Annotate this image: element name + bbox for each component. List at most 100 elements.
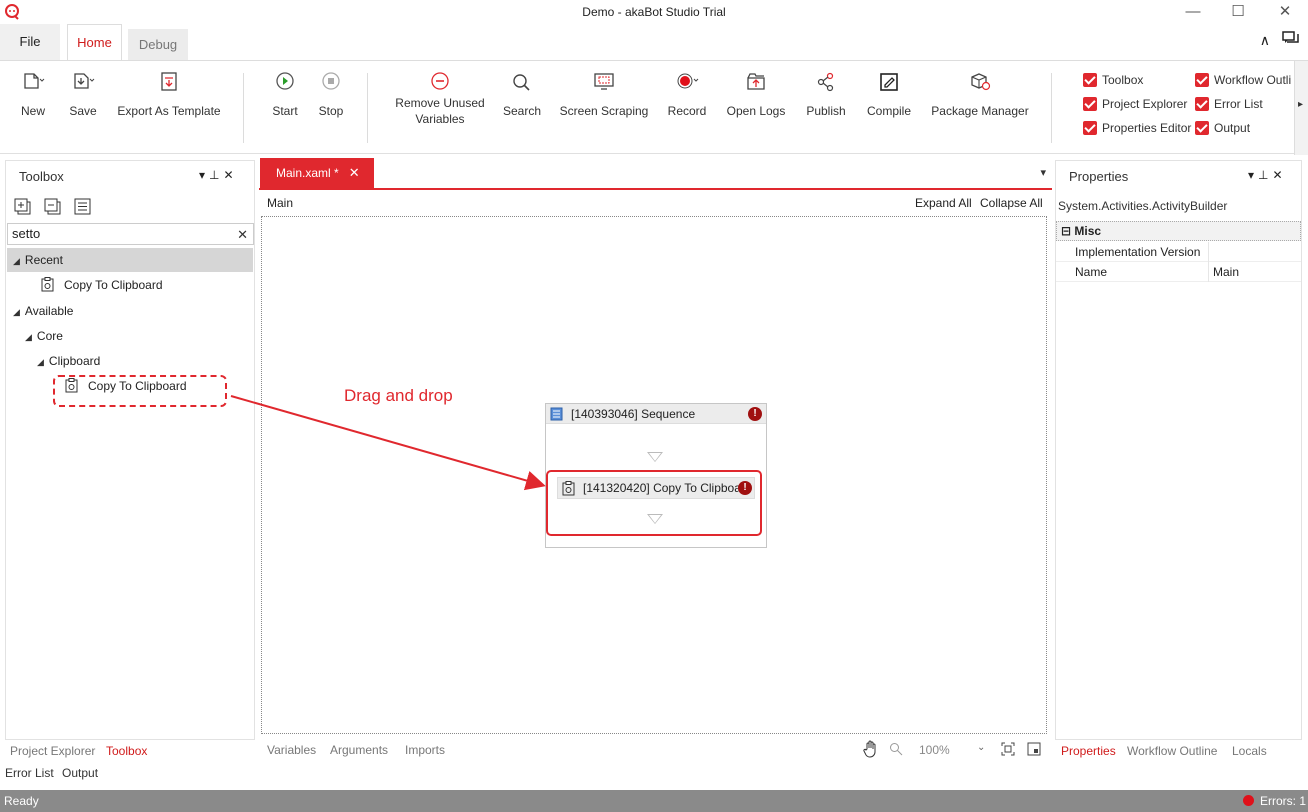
drag-and-drop-annotation: Drag and drop	[344, 386, 453, 405]
search-button[interactable]: Search	[502, 71, 542, 119]
save-button[interactable]: Save	[66, 71, 100, 119]
save-icon	[74, 73, 95, 89]
pin-icon[interactable]: ⊥	[1258, 168, 1272, 182]
tab-main-xaml[interactable]: Main.xaml * ✕	[260, 158, 374, 188]
checkbox-checked-icon	[1083, 121, 1097, 135]
tree-node-available[interactable]: ◢ Available	[7, 299, 253, 323]
tree-item-recent-copy-to-clipboard[interactable]: Copy To Clipboard	[7, 273, 253, 297]
sequence-header[interactable]: [140393046] Sequence !	[546, 404, 766, 424]
tab-home[interactable]: Home	[67, 24, 122, 61]
window-title: Demo - akaBot Studio Trial	[582, 5, 726, 19]
zoom-dropdown-icon[interactable]: ⌄	[977, 742, 985, 753]
property-value-input[interactable]: Main	[1208, 262, 1301, 282]
collapse-all-icon[interactable]	[44, 198, 62, 216]
drop-target-arrow-icon[interactable]	[647, 452, 663, 462]
zoom-level[interactable]: 100%	[919, 743, 950, 757]
toggle-properties-editor-checkbox[interactable]: Properties Editor	[1083, 121, 1191, 137]
panel-menu-icon[interactable]: ▾	[199, 168, 209, 182]
chat-icon[interactable]	[1282, 31, 1300, 47]
tab-imports[interactable]: Imports	[405, 743, 445, 757]
screen-scraping-button[interactable]: Screen Scraping	[558, 71, 650, 119]
collapse-ribbon-button[interactable]: ∧	[1260, 32, 1270, 49]
expand-all-link[interactable]: Expand All	[915, 196, 972, 210]
package-manager-button[interactable]: Package Manager	[930, 71, 1030, 119]
remove-unused-label-1: Remove Unused	[395, 96, 485, 110]
list-view-icon[interactable]	[74, 198, 92, 216]
tab-project-explorer[interactable]: Project Explorer	[10, 744, 95, 758]
toggle-error-list-checkbox[interactable]: Error List	[1195, 97, 1263, 113]
tab-arguments[interactable]: Arguments	[330, 743, 388, 757]
tab-error-list[interactable]: Error List	[5, 766, 54, 780]
target-highlight	[546, 470, 762, 536]
close-tab-icon[interactable]: ✕	[349, 165, 360, 180]
tab-variables[interactable]: Variables	[267, 743, 316, 757]
breadcrumb[interactable]: Main	[267, 196, 293, 210]
tab-debug[interactable]: Debug	[128, 29, 188, 60]
property-row[interactable]: Name Main	[1056, 262, 1301, 282]
close-icon[interactable]: ✕	[1272, 168, 1286, 182]
expanded-triangle-icon: ◢	[37, 357, 44, 367]
tree-node-label: Recent	[24, 253, 63, 267]
close-window-button[interactable]: ✕	[1270, 2, 1300, 22]
new-button[interactable]: New	[16, 71, 50, 119]
compile-icon	[880, 73, 898, 91]
stop-button[interactable]: Stop	[314, 71, 348, 119]
expanded-triangle-icon: ◢	[25, 332, 32, 342]
tab-workflow-outline[interactable]: Workflow Outline	[1127, 744, 1217, 758]
tree-node-core[interactable]: ◢ Core	[7, 324, 253, 348]
zoom-icon[interactable]	[889, 742, 903, 756]
tab-properties[interactable]: Properties	[1061, 744, 1116, 758]
toggle-project-explorer-checkbox[interactable]: Project Explorer	[1083, 97, 1187, 113]
start-label: Start	[272, 104, 298, 118]
tab-accent-strip	[259, 188, 1052, 190]
record-icon	[677, 73, 699, 89]
document-menu-icon[interactable]: ▾	[1040, 166, 1046, 179]
fit-to-screen-icon[interactable]	[1001, 742, 1015, 756]
expand-all-icon[interactable]	[14, 198, 32, 216]
publish-label: Publish	[806, 104, 846, 118]
ribbon-scroll-button[interactable]: ▸	[1294, 61, 1308, 155]
publish-button[interactable]: Publish	[804, 71, 848, 119]
minimize-button[interactable]: —	[1178, 2, 1208, 22]
remove-unused-variables-button[interactable]: Remove Unused Variables	[392, 71, 488, 127]
tree-node-label: Core	[36, 329, 63, 343]
compile-button[interactable]: Compile	[864, 71, 914, 119]
record-button[interactable]: Record	[666, 71, 708, 119]
overview-map-icon[interactable]	[1027, 742, 1041, 756]
left-panel-tabs: Project Explorer Toolbox	[5, 741, 255, 761]
error-count[interactable]: Errors: 1	[1242, 790, 1306, 812]
maximize-button[interactable]: ☐	[1223, 2, 1253, 22]
property-value-input[interactable]	[1208, 242, 1301, 262]
collapse-all-link[interactable]: Collapse All	[980, 196, 1043, 210]
property-name: Implementation Version	[1075, 245, 1201, 259]
start-button[interactable]: Start	[268, 71, 302, 119]
toggle-toolbox-checkbox[interactable]: Toolbox	[1083, 73, 1143, 89]
status-bar: Ready Errors: 1	[0, 790, 1308, 812]
screen-scraping-label: Screen Scraping	[559, 104, 649, 118]
property-category-misc[interactable]: ⊟ Misc	[1056, 221, 1301, 241]
tab-locals[interactable]: Locals	[1232, 744, 1267, 758]
properties-title: Properties	[1069, 169, 1129, 184]
collapse-category-icon[interactable]: ⊟	[1061, 224, 1071, 238]
tab-file[interactable]: File	[0, 24, 60, 60]
hand-pan-icon[interactable]	[863, 740, 879, 758]
export-template-button[interactable]: Export As Template	[115, 71, 223, 119]
checkbox-checked-icon	[1195, 73, 1209, 87]
property-row[interactable]: Implementation Version	[1056, 242, 1301, 262]
close-icon[interactable]: ✕	[223, 168, 237, 182]
toggle-output-label: Output	[1214, 121, 1251, 135]
tab-toolbox[interactable]: Toolbox	[106, 744, 147, 758]
toggle-workflow-outline-checkbox[interactable]: Workflow Outli	[1195, 73, 1293, 89]
remove-unused-label-2: Variables	[415, 112, 465, 126]
panel-menu-icon[interactable]: ▾	[1248, 168, 1258, 182]
open-logs-button[interactable]: Open Logs	[724, 71, 788, 119]
toggle-output-checkbox[interactable]: Output	[1195, 121, 1250, 137]
pin-icon[interactable]: ⊥	[209, 168, 223, 182]
tree-node-clipboard[interactable]: ◢ Clipboard	[7, 349, 253, 373]
clear-search-icon[interactable]: ✕	[237, 227, 248, 243]
error-count-label: Errors: 1	[1259, 794, 1306, 808]
tab-output[interactable]: Output	[62, 766, 98, 780]
tree-node-recent[interactable]: ◢ Recent	[7, 248, 253, 272]
tree-node-label: Available	[24, 304, 74, 318]
toolbox-search-input[interactable]: setto	[7, 223, 254, 245]
